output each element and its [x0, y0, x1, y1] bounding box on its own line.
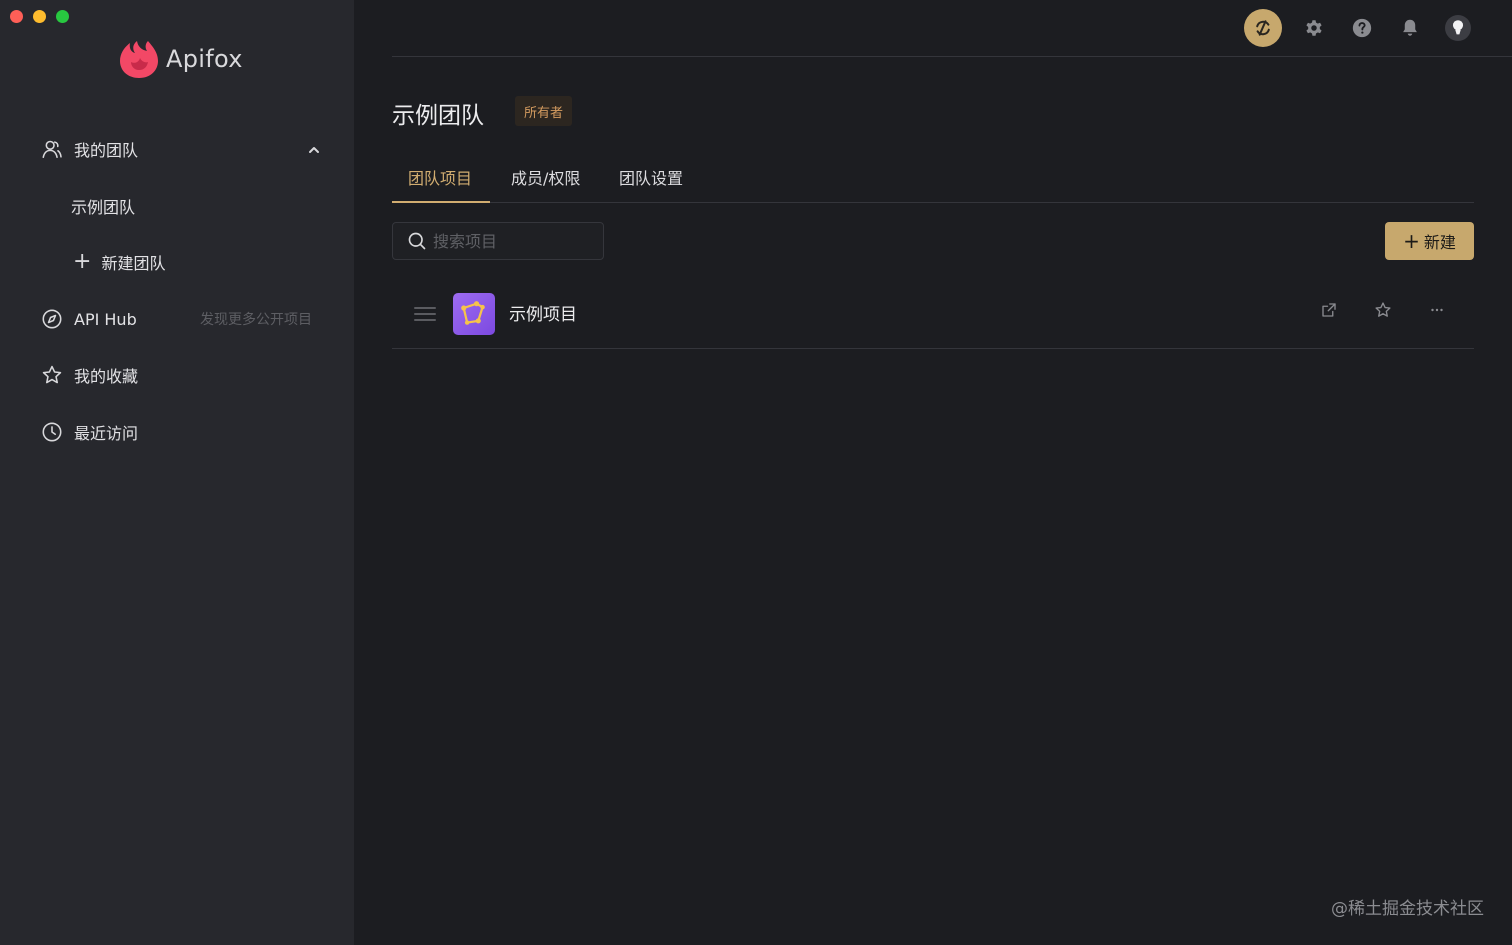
window-controls	[10, 10, 69, 23]
help-button[interactable]	[1346, 12, 1378, 44]
project-search[interactable]	[392, 222, 604, 260]
tab-team-projects[interactable]: 团队项目	[408, 160, 472, 203]
notifications-button[interactable]	[1394, 12, 1426, 44]
compass-icon	[40, 307, 64, 331]
settings-button[interactable]	[1298, 12, 1330, 44]
window-close-button[interactable]	[10, 10, 23, 23]
tab-team-settings[interactable]: 团队设置	[619, 160, 683, 203]
project-icon	[453, 293, 495, 335]
sidebar-item-api-hub[interactable]: API Hub	[40, 303, 137, 335]
api-hub-hint: 发现更多公开项目	[200, 312, 312, 328]
sidebar-item-label: 新建团队	[101, 254, 166, 273]
topbar-actions	[1244, 9, 1474, 47]
tab-label: 团队项目	[408, 169, 473, 188]
tab-label: 成员/权限	[511, 169, 581, 188]
star-icon	[40, 363, 64, 387]
avatar-button[interactable]	[1442, 12, 1474, 44]
search-input[interactable]	[433, 231, 583, 251]
sidebar-item-new-team[interactable]: + 新建团队	[71, 246, 165, 278]
app-window: Apifox 我的团队 示例团队 + 新建团队 API Hub 发现更多公开项目…	[0, 0, 1512, 945]
apifox-logo-icon	[120, 41, 158, 78]
window-maximize-button[interactable]	[56, 10, 69, 23]
open-in-new-window-button[interactable]	[1317, 298, 1341, 322]
plus-icon: +	[1403, 229, 1420, 253]
bell-icon	[1403, 19, 1417, 36]
avatar-icon	[1452, 20, 1464, 35]
user-group-icon	[40, 137, 64, 161]
sidebar: Apifox 我的团队 示例团队 + 新建团队 API Hub 发现更多公开项目…	[0, 0, 354, 945]
sidebar-item-label: 示例团队	[71, 198, 136, 217]
new-button-label: 新建	[1423, 233, 1456, 252]
avatar	[1445, 15, 1471, 41]
brand: Apifox	[118, 38, 243, 80]
external-link-icon	[1322, 303, 1336, 317]
sync-button[interactable]	[1244, 9, 1282, 47]
role-badge: 所有者	[515, 96, 573, 126]
window-minimize-button[interactable]	[33, 10, 46, 23]
new-project-button[interactable]: + 新建	[1385, 222, 1474, 260]
sidebar-item-label: API Hub	[74, 309, 137, 329]
sidebar-item-team-example[interactable]: 示例团队	[71, 190, 135, 222]
clock-icon	[40, 420, 64, 444]
more-icon	[1431, 308, 1443, 312]
sync-icon	[1256, 20, 1270, 36]
page-title: 示例团队	[392, 103, 484, 129]
app-name: Apifox	[166, 45, 243, 73]
project-logo-icon	[461, 301, 485, 325]
chevron-up-icon[interactable]	[306, 142, 322, 158]
sidebar-item-my-team[interactable]: 我的团队	[40, 133, 138, 165]
project-name: 示例项目	[509, 305, 577, 325]
sidebar-item-recent[interactable]: 最近访问	[40, 416, 138, 448]
tab-label: 团队设置	[619, 169, 684, 188]
watermark: @稀土掘金技术社区	[1331, 899, 1484, 919]
sidebar-item-label: 最近访问	[74, 424, 139, 443]
more-options-button[interactable]	[1425, 298, 1449, 322]
search-icon	[408, 232, 426, 250]
header-divider	[392, 56, 1512, 57]
favorite-project-button[interactable]	[1371, 298, 1395, 322]
sidebar-item-label: 我的收藏	[74, 367, 139, 386]
plus-icon: +	[73, 249, 92, 274]
sidebar-item-label: 我的团队	[74, 141, 139, 160]
sidebar-item-favorites[interactable]: 我的收藏	[40, 359, 138, 391]
drag-handle-icon[interactable]	[414, 305, 436, 323]
tab-members-permissions[interactable]: 成员/权限	[511, 160, 580, 203]
active-tab-indicator	[392, 201, 490, 203]
team-tabs: 团队项目 成员/权限 团队设置	[392, 160, 1474, 203]
project-row[interactable]: 示例项目	[392, 284, 1474, 349]
help-icon	[1352, 18, 1372, 38]
star-icon	[1375, 302, 1391, 317]
gear-icon	[1306, 20, 1322, 36]
